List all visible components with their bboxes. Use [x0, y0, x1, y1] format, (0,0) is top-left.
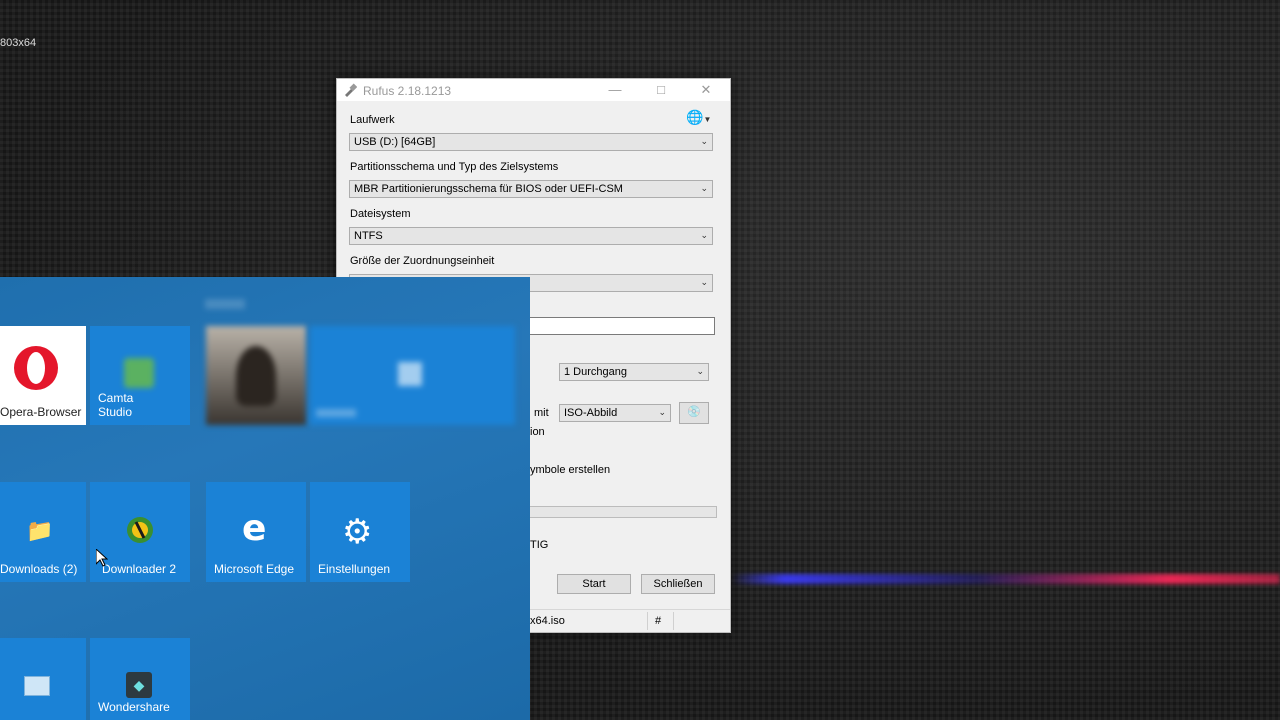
- camtasia-icon: [124, 358, 154, 388]
- passes-select[interactable]: 1 Durchgang ⌄: [559, 363, 709, 381]
- tile-control-panel[interactable]: [0, 638, 86, 720]
- hash-button[interactable]: #: [655, 615, 661, 627]
- store-icon: [398, 362, 422, 386]
- tile-label: Camta: [98, 391, 134, 405]
- laufwerk-value: USB (D:) [64GB]: [354, 136, 436, 148]
- usb-drive-icon: [343, 83, 358, 100]
- status-text: TIG: [530, 539, 549, 551]
- tile-label: Opera-Browser: [0, 405, 82, 419]
- chevron-down-icon: ⌄: [696, 366, 704, 376]
- option-partial-text: ion: [530, 426, 545, 438]
- tile-opera[interactable]: Opera-Browser: [0, 326, 86, 425]
- tile-settings[interactable]: ⚙ Einstellungen: [310, 482, 410, 582]
- opera-icon: [12, 344, 60, 395]
- language-globe-icon[interactable]: 🌐▼: [686, 109, 711, 126]
- passes-value: 1 Durchgang: [564, 366, 627, 378]
- tile-store[interactable]: [310, 326, 515, 425]
- laufwerk-label: Laufwerk: [350, 114, 395, 126]
- tile-label: Downloads (2): [0, 562, 78, 576]
- chevron-down-icon: ⌄: [700, 230, 708, 240]
- progress-bar: [527, 506, 717, 518]
- tile-wondershare[interactable]: ◆ Wondershare: [90, 638, 190, 720]
- cluster-size-label: Größe der Zuordnungseinheit: [350, 255, 495, 267]
- close-button[interactable]: Schließen: [641, 574, 715, 594]
- tile-label: Wondershare: [98, 700, 170, 714]
- chevron-down-icon: ⌄: [700, 277, 708, 287]
- gear-icon: ⚙: [342, 513, 373, 551]
- tile-label: Studio: [98, 405, 133, 419]
- edge-icon: e: [242, 508, 267, 549]
- control-panel-icon: [24, 676, 50, 696]
- wondershare-icon: ◆: [126, 672, 152, 698]
- maximize-button[interactable]: □: [651, 82, 671, 98]
- start-menu: Opera-Browser Camta Studio 📁 Downloads (…: [0, 277, 530, 720]
- tile-downloads[interactable]: 📁 Downloads (2): [0, 482, 86, 582]
- tile-photo[interactable]: [206, 326, 306, 425]
- dateisystem-select[interactable]: NTFS ⌄: [349, 227, 713, 245]
- tile-label: Microsoft Edge: [214, 562, 295, 576]
- mouse-cursor-icon: [95, 547, 109, 572]
- status-iso-name: x64.iso: [530, 615, 565, 627]
- tile-camtasia[interactable]: Camta Studio: [90, 326, 190, 425]
- disc-drive-icon: 💿: [687, 406, 701, 418]
- chevron-down-icon: ⌄: [658, 407, 666, 417]
- window-title: Rufus 2.18.1213: [363, 84, 452, 98]
- person-photo-icon: [236, 346, 276, 406]
- partition-value: MBR Partitionierungsschema für BIOS oder…: [354, 183, 623, 195]
- partition-label: Partitionsschema und Typ des Zielsystems: [350, 161, 559, 173]
- partition-select[interactable]: MBR Partitionierungsschema für BIOS oder…: [349, 180, 713, 198]
- boot-type-value: ISO-Abbild: [564, 407, 618, 419]
- tile-label: Downloader 2: [102, 562, 177, 576]
- rufus-titlebar[interactable]: Rufus 2.18.1213 — □ ✕: [337, 79, 730, 101]
- status-separator: [647, 612, 648, 630]
- resolution-label: 803x64: [0, 37, 37, 49]
- status-separator: [673, 612, 674, 630]
- boot-with-label: mit: [534, 407, 549, 419]
- dateisystem-label: Dateisystem: [350, 208, 411, 220]
- boot-type-select[interactable]: ISO-Abbild ⌄: [559, 404, 671, 422]
- folder-icon: 📁: [26, 518, 54, 543]
- laufwerk-select[interactable]: USB (D:) [64GB] ⌄: [349, 133, 713, 151]
- chevron-down-icon: ⌄: [700, 136, 708, 146]
- select-iso-button[interactable]: 💿: [679, 402, 709, 424]
- icons-option-partial-text[interactable]: ymbole erstellen: [530, 464, 610, 476]
- tile-label: Einstellungen: [318, 562, 391, 576]
- jdownloader-icon: [124, 514, 156, 549]
- start-button[interactable]: Start: [557, 574, 631, 594]
- wallpaper-glow-line: [730, 574, 1280, 584]
- close-window-button[interactable]: ✕: [696, 82, 716, 98]
- tile-edge[interactable]: e Microsoft Edge: [206, 482, 306, 582]
- tile-label-blurred: [316, 409, 356, 417]
- dateisystem-value: NTFS: [354, 230, 383, 242]
- tile-group-label: [205, 299, 245, 309]
- chevron-down-icon: ⌄: [700, 183, 708, 193]
- minimize-button[interactable]: —: [605, 82, 625, 98]
